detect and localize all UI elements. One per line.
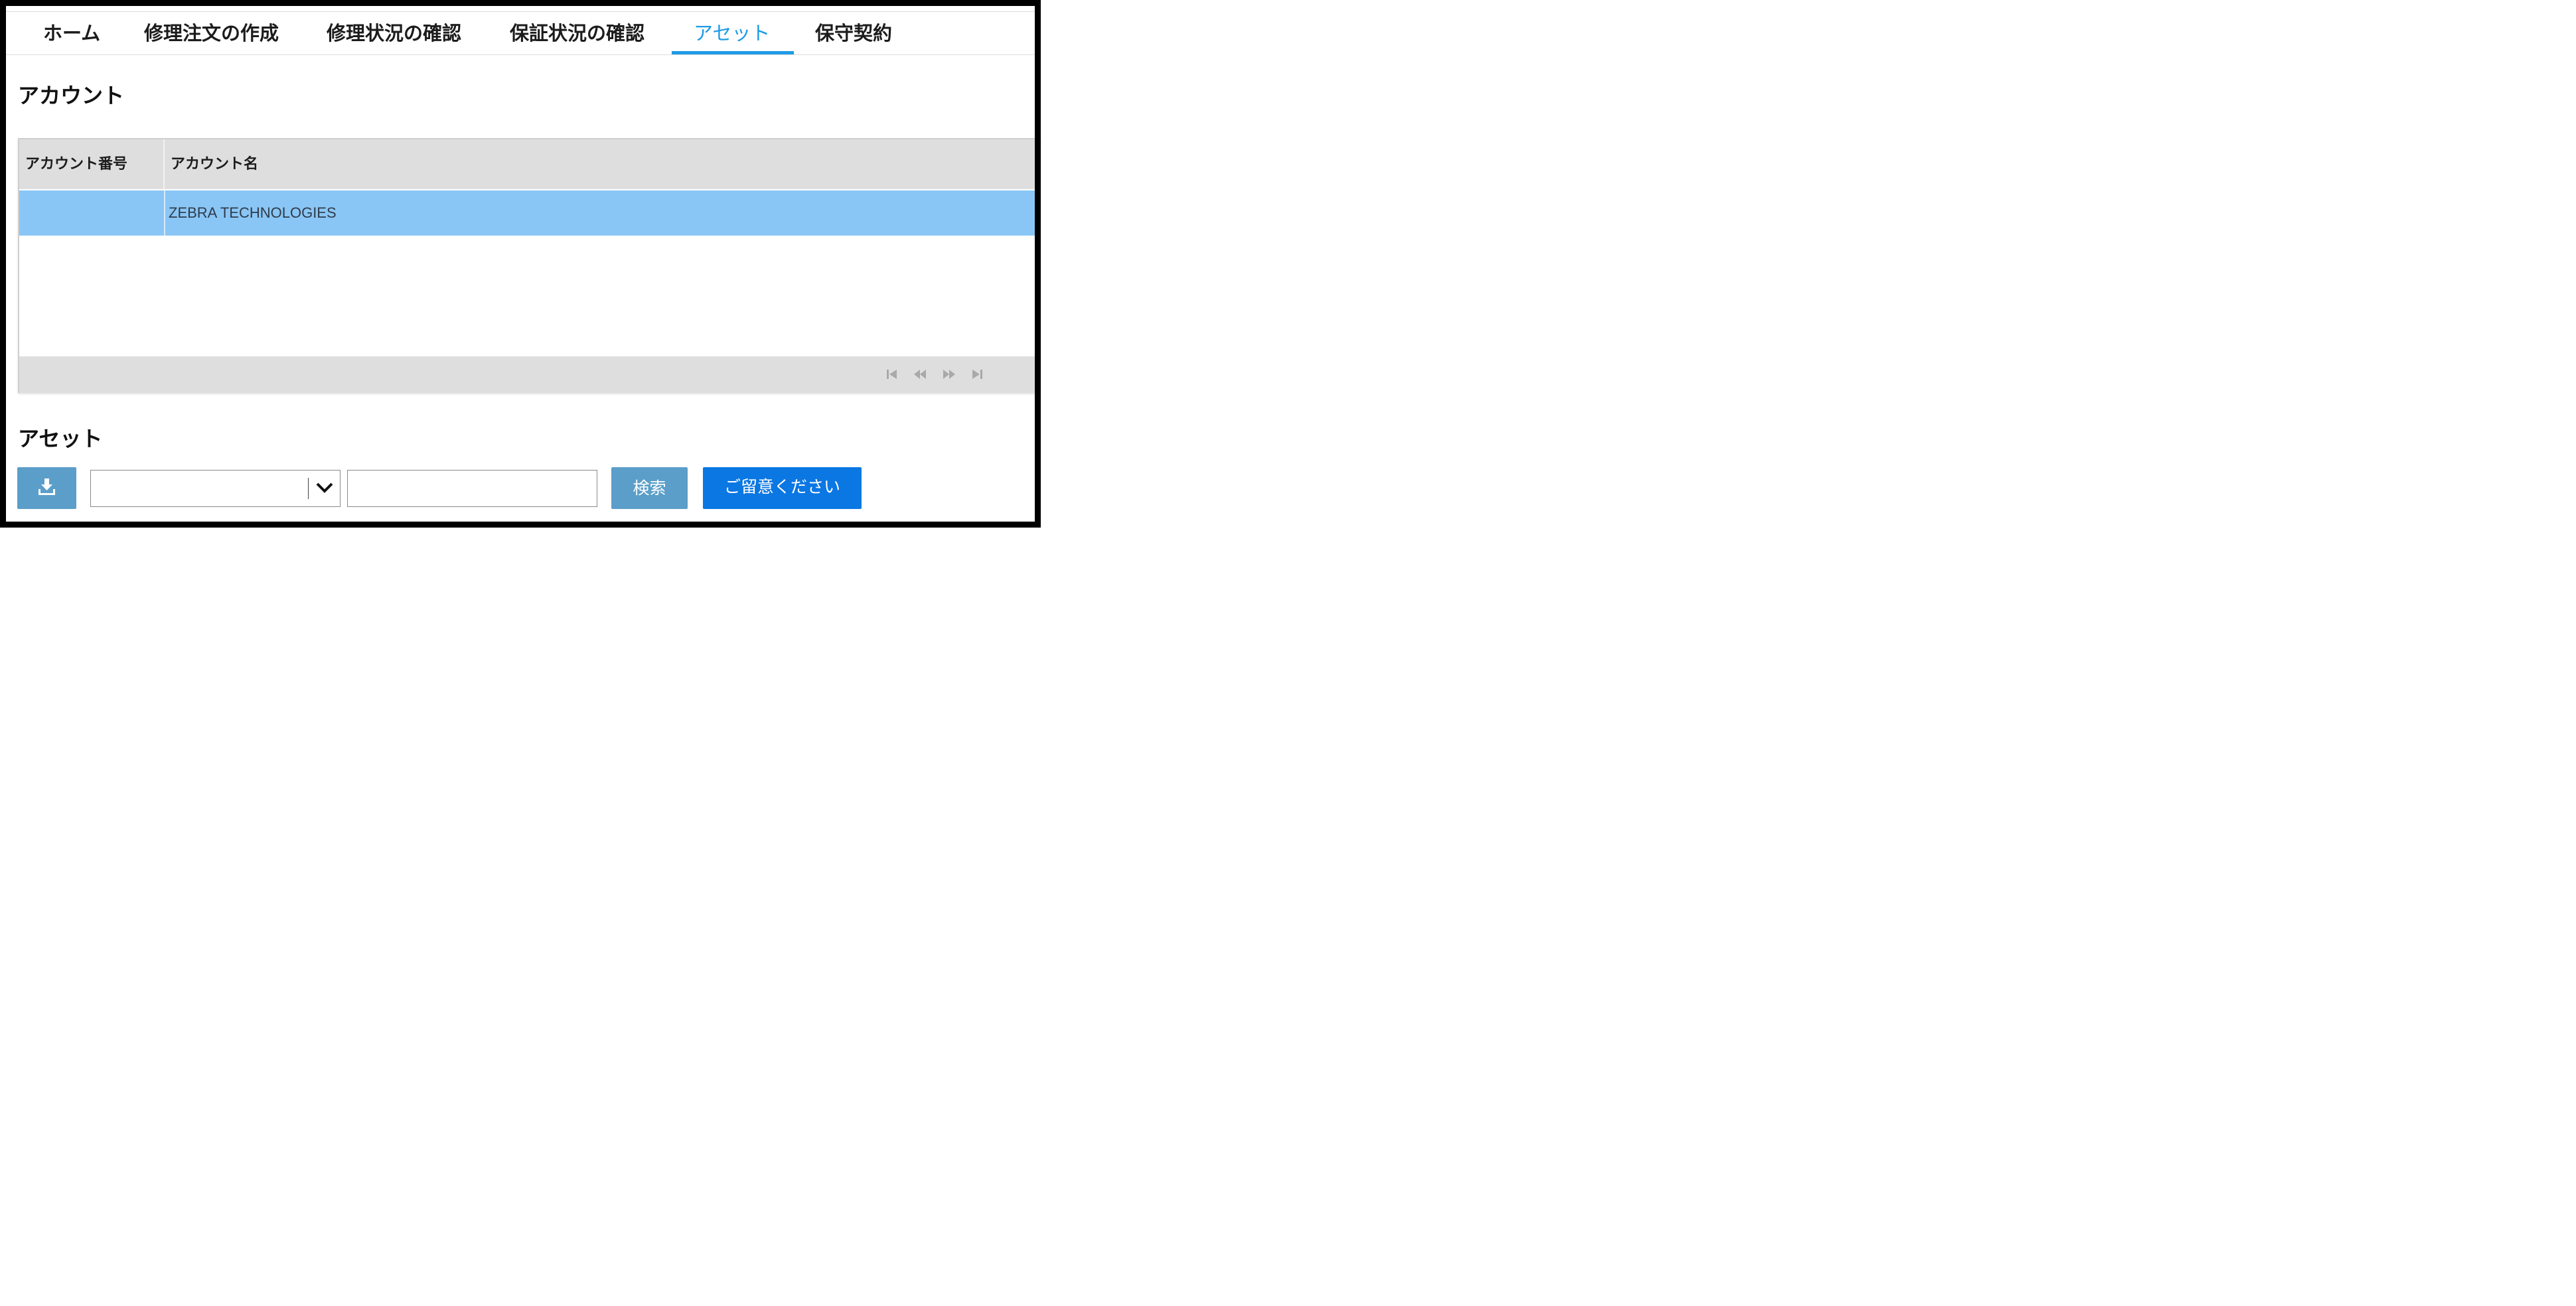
first-page-icon[interactable] (885, 368, 899, 381)
account-section-title: アカウント (18, 83, 125, 108)
select-divider (308, 478, 309, 499)
previous-page-icon[interactable] (913, 368, 927, 381)
cell-account-name: ZEBRA TECHNOLOGIES (169, 204, 337, 221)
search-input[interactable] (347, 470, 597, 507)
nav-tab-home[interactable]: ホーム (43, 12, 100, 54)
column-header-account-number[interactable]: アカウント番号 (19, 139, 163, 189)
asset-section-title: アセット (18, 426, 103, 451)
last-page-icon[interactable] (970, 368, 984, 381)
table-pager (19, 356, 1039, 393)
download-button[interactable] (17, 467, 76, 509)
nav-tab-maintenance-contract[interactable]: 保守契約 (815, 12, 892, 54)
notice-button[interactable]: ご留意ください (703, 467, 862, 509)
active-tab-indicator (672, 51, 794, 54)
search-button[interactable]: 検索 (611, 467, 688, 509)
cell-account-number (19, 190, 164, 236)
account-table: アカウント番号 アカウント名 ZEBRA TECHNOLOGIES (18, 138, 1041, 393)
table-header: アカウント番号 アカウント名 (19, 139, 1039, 189)
search-field-select[interactable] (90, 470, 341, 507)
main-nav: ホーム 修理注文の作成 修理状況の確認 保証状況の確認 アセット 保守契約 (6, 11, 1035, 55)
column-header-account-name[interactable]: アカウント名 (165, 139, 258, 189)
nav-tab-create-repair-order[interactable]: 修理注文の作成 (144, 12, 279, 54)
nav-tab-warranty-status[interactable]: 保証状況の確認 (510, 12, 644, 54)
download-icon (38, 478, 55, 495)
table-row[interactable]: ZEBRA TECHNOLOGIES (19, 190, 1039, 236)
chevron-down-icon[interactable] (314, 480, 335, 496)
next-page-icon[interactable] (942, 368, 956, 381)
nav-tab-repair-status[interactable]: 修理状況の確認 (327, 12, 461, 54)
nav-tab-assets[interactable]: アセット (694, 12, 770, 54)
